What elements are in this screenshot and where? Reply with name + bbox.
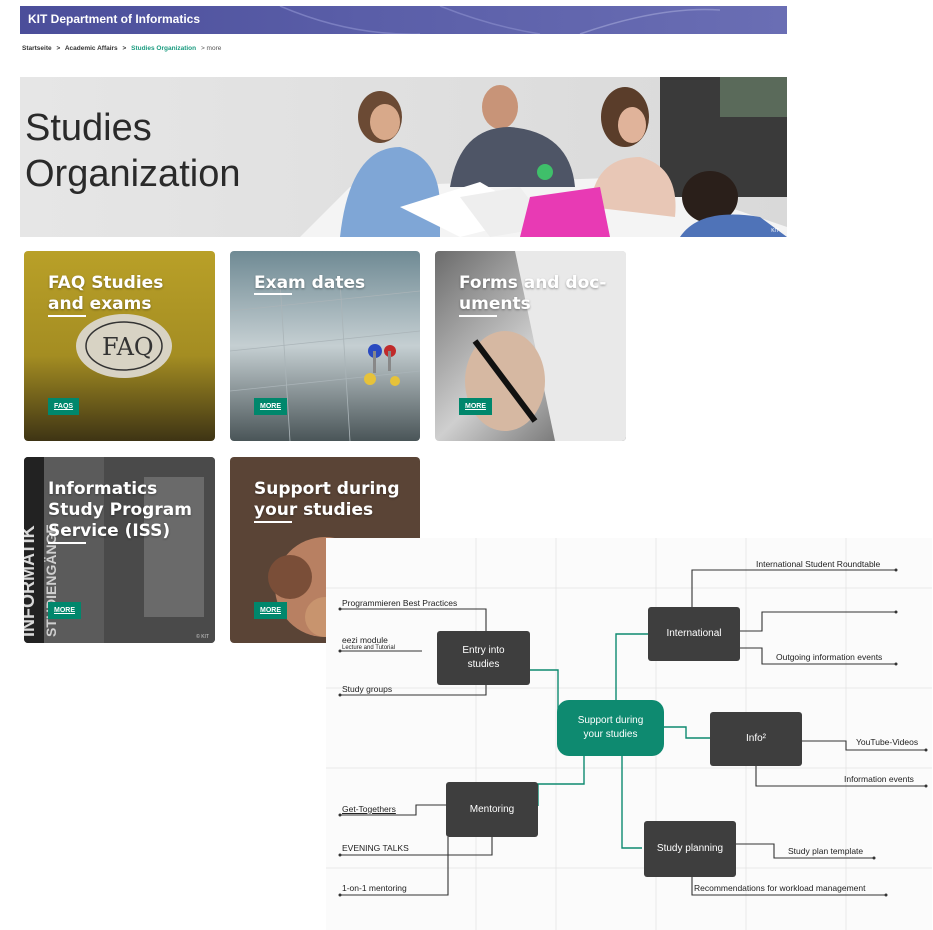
card-iss-title-line1: Informatics xyxy=(48,479,158,499)
node-international[interactable]: International xyxy=(648,607,740,661)
card-faq-title[interactable]: FAQ Studies and exams xyxy=(48,273,163,315)
leaf-best-practices: Programmieren Best Practices xyxy=(342,598,458,608)
leaf-1on1-mentoring: 1-on-1 mentoring xyxy=(342,883,407,893)
node-info2[interactable]: Info² xyxy=(710,712,802,766)
svg-text:INFORMATIK: INFORMATIK xyxy=(24,525,38,637)
breadcrumb-academic-affairs[interactable]: Academic Affairs xyxy=(65,45,118,52)
leaf-workload-recommendations: Recommendations for workload management xyxy=(694,883,866,893)
node-entry-line1: Entry into xyxy=(462,645,505,656)
node-center-line1: Support during xyxy=(577,715,644,726)
card-support-title-line2: your studies xyxy=(254,500,374,520)
leaf-eezi-module: eezi module xyxy=(342,635,388,645)
card-support-title-line1: Support during xyxy=(254,479,400,499)
breadcrumb-home[interactable]: Startseite xyxy=(22,45,52,52)
node-mentoring[interactable]: Mentoring xyxy=(446,782,538,837)
node-support-center[interactable]: Support during your studies xyxy=(557,700,664,756)
card-forms-title[interactable]: Forms and doc- uments xyxy=(459,273,606,315)
breadcrumb-current: > more xyxy=(200,45,222,52)
page-title-line2: Organization xyxy=(25,153,241,195)
leaf-evening-talks: EVENING TALKS xyxy=(342,843,409,853)
node-center-line2: your studies xyxy=(583,729,638,740)
breadcrumb-sep: > xyxy=(56,45,61,52)
support-more-button[interactable]: MORE xyxy=(254,602,287,619)
card-forms-documents[interactable]: Forms and doc- uments MORE xyxy=(435,251,626,441)
card-faq-title-line1: FAQ Studies xyxy=(48,273,164,293)
node-entry-line2: studies xyxy=(467,659,500,670)
page-title-line1: Studies xyxy=(25,107,152,149)
faqs-button[interactable]: FAQS xyxy=(48,398,80,415)
forms-more-button[interactable]: MORE xyxy=(459,398,492,415)
leaf-youtube-videos: YouTube-Videos xyxy=(856,737,919,747)
photo-credit: KIT xyxy=(771,228,779,234)
leaf-study-groups: Study groups xyxy=(342,684,393,694)
card-iss-title[interactable]: Informatics Study Program Service (ISS) xyxy=(48,479,192,542)
exam-dates-more-button[interactable]: MORE xyxy=(254,398,287,415)
hero-banner: Studies Organization KIT xyxy=(20,77,787,237)
leaf-outgoing-events: Outgoing information events xyxy=(776,652,883,662)
card-exam-dates-title[interactable]: Exam dates xyxy=(254,273,365,294)
breadcrumb-studies-organization[interactable]: Studies Organization xyxy=(131,45,196,52)
card-forms-title-line2: uments xyxy=(459,294,531,314)
card-support-underline xyxy=(254,521,292,523)
card-forms-title-line1: Forms and doc- xyxy=(459,273,607,293)
breadcrumb-sep: > xyxy=(122,45,127,52)
card-iss-title-line2: Study Program xyxy=(48,500,192,520)
card-exam-dates-underline xyxy=(254,293,292,295)
card-iss[interactable]: INFORMATIK STUDIENGÄNGE Informatics Stud… xyxy=(24,457,215,643)
card-faq-title-line2: and exams xyxy=(48,294,152,314)
card-support-title[interactable]: Support during your studies xyxy=(254,479,400,521)
iss-more-button[interactable]: MORE xyxy=(48,602,81,619)
brand-title[interactable]: KIT Department of Informatics xyxy=(28,12,200,26)
card-iss-title-line3: Service (ISS) xyxy=(48,521,171,541)
node-study-planning[interactable]: Study planning xyxy=(644,821,736,877)
card-faq[interactable]: FAQ Studies and exams FAQ FAQS xyxy=(24,251,215,441)
support-mind-map: Entry into studies International Support … xyxy=(326,538,932,930)
leaf-study-plan-template: Study plan template xyxy=(788,846,864,856)
breadcrumb: Startseite > Academic Affairs > Studies … xyxy=(22,45,224,52)
card-faq-underline xyxy=(48,315,86,317)
card-iss-underline xyxy=(48,542,86,544)
top-bar: KIT Department of Informatics xyxy=(20,6,787,34)
leaf-get-togethers: Get-Togethers xyxy=(342,804,396,814)
card-exam-dates-title-line1: Exam dates xyxy=(254,273,366,293)
leaf-eezi-sub: Lecture and Tutorial xyxy=(342,645,396,651)
leaf-information-events: Information events xyxy=(844,774,914,784)
node-entry-into-studies[interactable]: Entry into studies xyxy=(437,631,530,685)
card-iss-credit: © KIT xyxy=(196,634,209,640)
leaf-roundtable: International Student Roundtable xyxy=(756,559,881,569)
card-forms-underline xyxy=(459,315,497,317)
card-exam-dates[interactable]: Exam dates MORE xyxy=(230,251,420,441)
faq-sketch-text: FAQ xyxy=(102,333,154,361)
page-title: Studies Organization xyxy=(25,105,240,197)
